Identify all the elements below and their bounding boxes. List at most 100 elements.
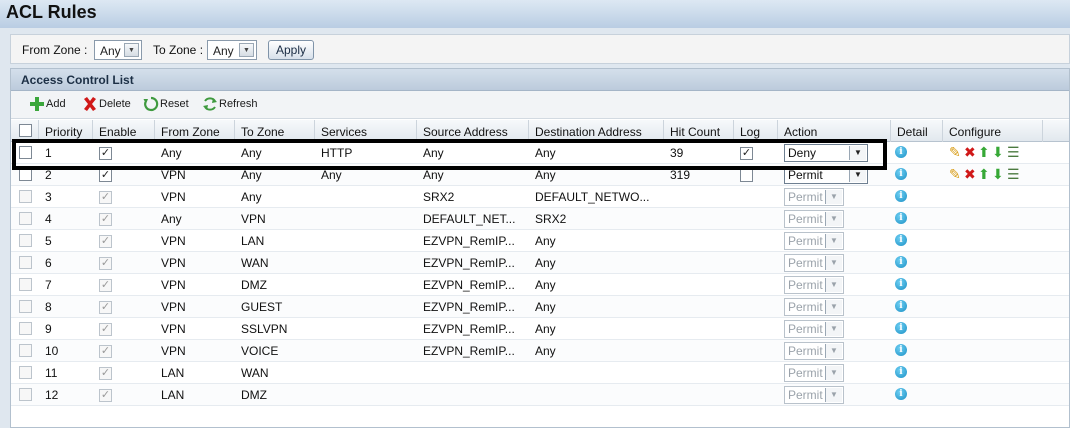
log-checkbox[interactable]: ✓ [740,147,753,160]
refresh-button[interactable]: Refresh [202,97,258,113]
chevron-down-icon: ▼ [825,322,842,336]
info-icon[interactable]: i [895,344,907,356]
delete-x-icon[interactable]: ✖ [964,144,976,162]
chevron-down-icon: ▼ [825,234,842,248]
apply-button[interactable]: Apply [268,40,314,60]
action-select: Permit ▼ [784,298,844,316]
info-icon[interactable]: i [895,322,907,334]
pencil-icon[interactable]: ✎ [949,166,961,184]
from-zone-select[interactable]: Any ▼ [94,40,142,60]
arrow-up-icon[interactable]: ⬆ [978,144,990,162]
delete-x-icon [84,97,96,111]
enable-checkbox[interactable]: ✓ [99,147,112,160]
to-zone-cell: VOICE [241,344,279,358]
hit-count-cell: 39 [670,146,684,160]
table-row[interactable]: 8 ✓ VPN GUEST EZVPN_RemIP... Any Permit ▼ i [11,296,1069,318]
table-row[interactable]: 11 ✓ LAN WAN Permit ▼ i [11,362,1069,384]
services-cell [315,384,417,406]
col-hit-count[interactable]: Hit Count [664,120,734,142]
log-checkbox[interactable] [740,169,753,182]
priority-cell: 11 [45,366,58,380]
col-to-zone[interactable]: To Zone [235,120,315,142]
source-address-cell [417,384,529,406]
row-select-checkbox [19,366,32,379]
destination-address-cell: Any [535,278,556,292]
reset-button[interactable]: Reset [143,96,191,113]
info-icon[interactable]: i [895,256,907,268]
destination-address-cell [529,384,664,406]
info-icon[interactable]: i [895,234,907,246]
action-select: Permit ▼ [784,210,844,228]
col-priority[interactable]: Priority [39,120,93,142]
services-cell [315,208,417,230]
add-button[interactable]: Add [29,97,69,113]
table-row[interactable]: 12 ✓ LAN DMZ Permit ▼ i [11,384,1069,406]
source-address-cell: Any [423,168,444,182]
pencil-icon[interactable]: ✎ [949,144,961,162]
table-row[interactable]: 6 ✓ VPN WAN EZVPN_RemIP... Any Permit ▼ i [11,252,1069,274]
source-address-cell: EZVPN_RemIP... [423,256,515,270]
row-select-checkbox[interactable] [19,146,32,159]
hit-count-cell [664,274,734,296]
table-row[interactable]: 4 ✓ Any VPN DEFAULT_NET... SRX2 Permit ▼ i [11,208,1069,230]
from-zone-cell: VPN [161,190,186,204]
services-cell: Any [321,168,342,182]
col-enable[interactable]: Enable [93,120,155,142]
table-row[interactable]: 9 ✓ VPN SSLVPN EZVPN_RemIP... Any Permit ▼ i [11,318,1069,340]
row-select-checkbox [19,190,32,203]
delete-x-icon[interactable]: ✖ [964,166,976,184]
info-icon[interactable]: i [895,190,907,202]
panel-title: Access Control List [21,73,134,87]
col-destination-address[interactable]: Destination Address [529,120,664,142]
from-zone-cell: VPN [161,278,186,292]
table-row[interactable]: 3 ✓ VPN Any SRX2 DEFAULT_NETWO... Permit ▼ i [11,186,1069,208]
table-row[interactable]: 10 ✓ VPN VOICE EZVPN_RemIP... Any Permit ▼ i [11,340,1069,362]
chevron-down-icon: ▼ [825,366,842,380]
source-address-cell: EZVPN_RemIP... [423,300,515,314]
col-log[interactable]: Log [734,120,778,142]
select-all-checkbox[interactable] [19,124,32,137]
col-action[interactable]: Action [778,120,891,142]
col-services[interactable]: Services [315,120,417,142]
source-address-cell: Any [423,146,444,160]
table-row[interactable]: 5 ✓ VPN LAN EZVPN_RemIP... Any Permit ▼ i [11,230,1069,252]
table-header: Priority Enable From Zone To Zone Servic… [11,120,1069,142]
arrow-down-icon[interactable]: ⬇ [992,144,1004,162]
add-icon [30,97,44,111]
arrow-up-icon[interactable]: ⬆ [978,166,990,184]
col-source-address[interactable]: Source Address [417,120,529,142]
table-row[interactable]: 7 ✓ VPN DMZ EZVPN_RemIP... Any Permit ▼ i [11,274,1069,296]
col-from-zone[interactable]: From Zone [155,120,235,142]
info-icon[interactable]: i [895,168,907,180]
toolbar: Add Delete Reset Refresh [11,91,1069,119]
table-row[interactable]: 1 ✓ Any Any HTTP Any Any 39 ✓ Deny ▼ i ✎ ✖ ⬆ ⬇ ☰ [11,142,1069,164]
enable-checkbox[interactable]: ✓ [99,169,112,182]
source-address-cell: DEFAULT_NET... [423,212,516,226]
info-icon[interactable]: i [895,146,907,158]
insert-rule-icon[interactable]: ☰ [1007,166,1020,184]
arrow-down-icon[interactable]: ⬇ [992,166,1004,184]
delete-button[interactable]: Delete [82,97,132,113]
to-zone-select[interactable]: Any ▼ [207,40,257,60]
content-area: From Zone : Any ▼ To Zone : Any ▼ Apply … [0,28,1070,428]
info-icon[interactable]: i [895,300,907,312]
info-icon[interactable]: i [895,212,907,224]
info-icon[interactable]: i [895,388,907,400]
services-cell [315,362,417,384]
chevron-down-icon: ▼ [849,168,866,182]
info-icon[interactable]: i [895,278,907,290]
hit-count-cell [664,362,734,384]
services-cell: HTTP [321,146,353,160]
from-zone-cell: Any [161,146,182,160]
destination-address-cell: Any [535,344,556,358]
info-icon[interactable]: i [895,366,907,378]
from-zone-cell: VPN [161,344,186,358]
row-select-checkbox[interactable] [19,168,32,181]
to-zone-cell: WAN [241,256,269,270]
services-cell [315,186,417,208]
action-select[interactable]: Deny ▼ [784,144,868,162]
action-value: Permit [788,234,823,248]
insert-rule-icon[interactable]: ☰ [1007,144,1020,162]
table-row[interactable]: 2 ✓ VPN Any Any Any Any 319 Permit ▼ i ✎ ✖ ⬆ ⬇ ☰ [11,164,1069,186]
action-select[interactable]: Permit ▼ [784,166,868,184]
